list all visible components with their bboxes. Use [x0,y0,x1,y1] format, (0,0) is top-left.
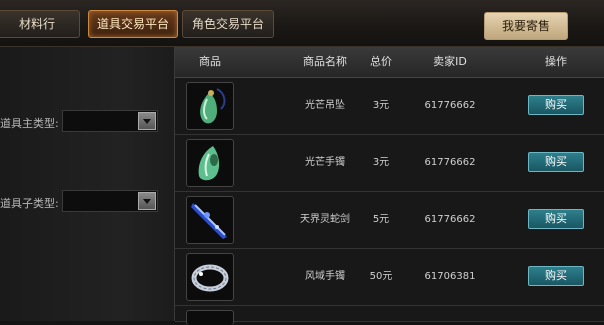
item-price: 50元 [369,271,393,282]
table-row [175,306,604,325]
table-row: 光芒吊坠 3元 61776662 购买 [175,78,604,135]
item-price: 3元 [372,157,390,168]
col-header-seller: 卖家ID [433,55,467,68]
seller-id: 61776662 [424,100,476,111]
filter-panel: 道具主类型: 所有 道具子类型: [0,47,175,321]
seller-id: 61776662 [424,157,476,168]
tab-character-trading[interactable]: 角色交易平台 [182,10,274,38]
main-type-select[interactable] [62,110,158,132]
buy-button[interactable]: 购买 [528,95,584,115]
col-header-price: 总价 [370,55,392,68]
main-type-label: 道具主类型: [0,117,59,130]
buy-button[interactable]: 购买 [528,209,584,229]
seller-id: 61706381 [424,271,476,282]
blue-sword-icon [186,196,234,244]
buy-button[interactable]: 购买 [528,152,584,172]
jade-bracelet-icon [186,139,234,187]
sub-type-select[interactable] [62,190,158,212]
item-price: 5元 [372,214,390,225]
table-row: 光芒手镯 3元 61776662 购买 [175,135,604,192]
jade-pendant-icon [186,82,234,130]
consign-sell-button[interactable]: 我要寄售 [484,12,568,40]
item-price: 3元 [372,100,390,111]
top-tab-bar: 材料行 道具交易平台 角色交易平台 我要寄售 [0,0,604,47]
sub-type-label: 道具子类型: [0,197,59,210]
buy-button[interactable]: 购买 [528,266,584,286]
tab-item-trading[interactable]: 道具交易平台 [88,10,178,38]
chevron-down-icon[interactable] [138,112,156,130]
table-row: 天界灵蛇剑 5元 61776662 购买 [175,192,604,249]
col-header-action: 操作 [545,55,567,68]
silver-bracelet-icon [186,253,234,301]
col-header-item: 商品 [199,55,221,68]
item-thumbnail-icon [186,310,234,325]
table-row: 风域手镯 50元 61706381 购买 [175,249,604,306]
seller-id: 61776662 [424,214,476,225]
table-header: 商品 商品名称 总价 卖家ID 操作 [175,47,604,78]
chevron-down-icon[interactable] [138,192,156,210]
tab-materials[interactable]: 材料行 [0,10,80,38]
